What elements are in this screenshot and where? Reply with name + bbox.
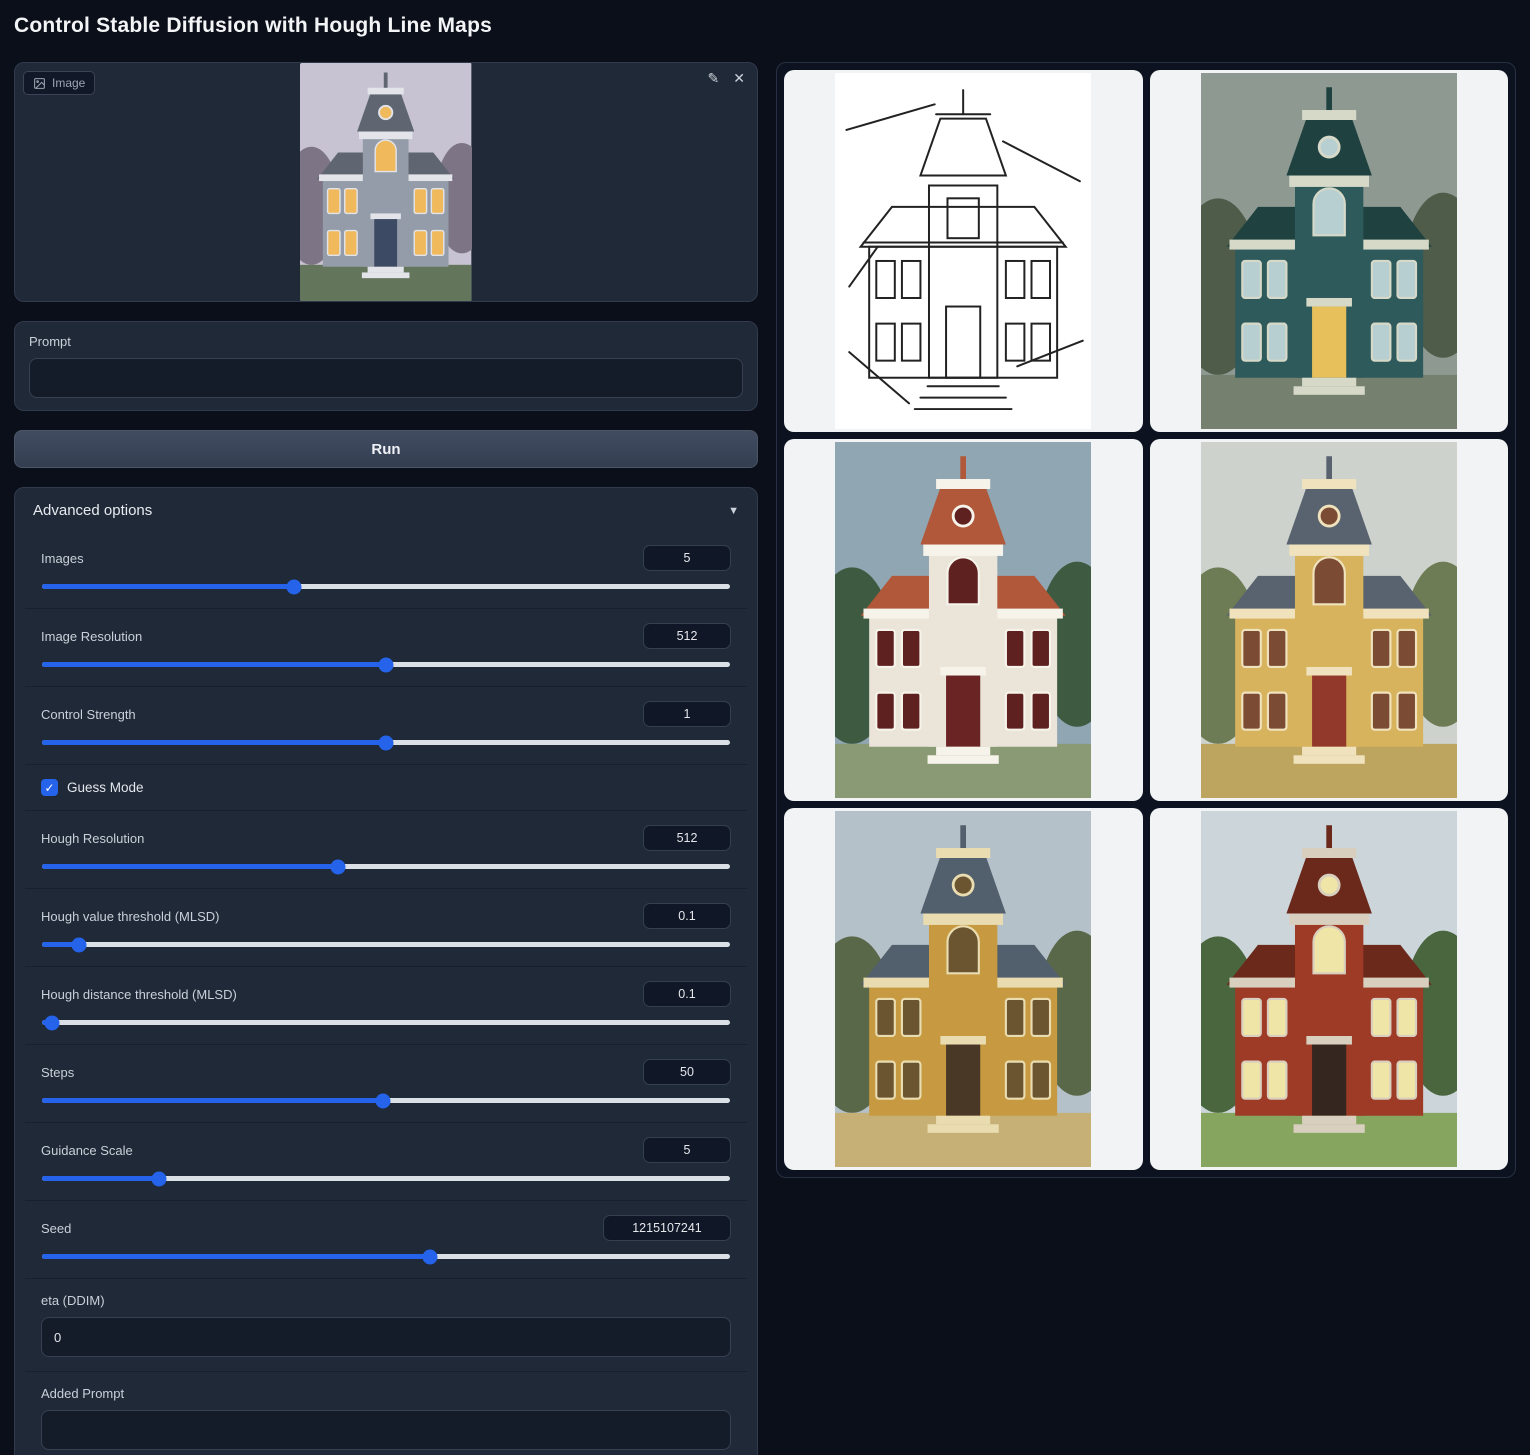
image-input[interactable]: Image ✎ ✕ [14,62,758,302]
control-guidance-scale: Guidance Scale 5 [25,1122,747,1200]
page-title: Control Stable Diffusion with Hough Line… [14,14,492,38]
slider-label-control-strength: Control Strength [41,707,136,722]
control-hough-value-threshold-mlsd: Hough value threshold (MLSD) 0.1 [25,888,747,966]
slider-track-hough-distance-threshold-mlsd[interactable] [42,1020,730,1025]
gallery-item-2[interactable] [1150,70,1509,432]
gallery-item-3[interactable] [784,439,1143,801]
slider-handle-guidance-scale[interactable] [151,1171,166,1186]
hough-line-map [835,73,1091,429]
slider-fill-image-resolution [42,662,386,667]
generated-house-gold [835,811,1091,1167]
control-steps: Steps 50 [25,1044,747,1122]
run-button[interactable]: Run [14,430,758,468]
slider-value-images[interactable]: 5 [643,545,731,571]
slider-handle-hough-value-threshold-mlsd[interactable] [72,937,87,952]
slider-label-guidance-scale: Guidance Scale [41,1143,133,1158]
edit-icon[interactable]: ✎ [708,71,720,85]
slider-label-image-resolution: Image Resolution [41,629,142,644]
gallery-item-5[interactable] [784,808,1143,1170]
image-icon [33,77,46,90]
control-guess-mode: ✓ Guess Mode [25,764,747,810]
slider-handle-hough-distance-threshold-mlsd[interactable] [44,1015,59,1030]
slider-value-seed[interactable]: 1215107241 [603,1215,731,1241]
image-toolbar: ✎ ✕ [708,71,745,85]
guess-mode-label: Guess Mode [67,780,144,795]
chevron-down-icon: ▼ [728,505,739,517]
control-hough-distance-threshold-mlsd: Hough distance threshold (MLSD) 0.1 [25,966,747,1044]
gallery-item-1[interactable] [784,70,1143,432]
slider-track-images[interactable] [42,584,730,589]
slider-label-hough-value-threshold-mlsd: Hough value threshold (MLSD) [41,909,219,924]
slider-value-hough-resolution[interactable]: 512 [643,825,731,851]
slider-track-hough-resolution[interactable] [42,864,730,869]
slider-track-control-strength[interactable] [42,740,730,745]
control-image-resolution: Image Resolution 512 [25,608,747,686]
prompt-input[interactable] [29,358,743,398]
control-added-prompt: Added Prompt [25,1371,747,1455]
slider-track-steps[interactable] [42,1098,730,1103]
slider-handle-images[interactable] [286,579,301,594]
slider-value-hough-distance-threshold-mlsd[interactable]: 0.1 [643,981,731,1007]
advanced-options-header[interactable]: Advanced options ▼ [25,502,747,531]
close-icon[interactable]: ✕ [733,71,745,85]
control-control-strength: Control Strength 1 [25,686,747,764]
slider-handle-hough-resolution[interactable] [330,859,345,874]
slider-fill-control-strength [42,740,386,745]
slider-handle-steps[interactable] [375,1093,390,1108]
eta-ddim-label: eta (DDIM) [41,1293,731,1308]
slider-value-image-resolution[interactable]: 512 [643,623,731,649]
app: { "title": "Control Stable Diffusion wit… [0,0,1530,1455]
control-hough-resolution: Hough Resolution 512 [25,810,747,888]
slider-label-images: Images [41,551,84,566]
gallery-item-6[interactable] [1150,808,1509,1170]
slider-track-seed[interactable] [42,1254,730,1259]
victorian-house-photo [300,63,471,301]
slider-track-hough-value-threshold-mlsd[interactable] [42,942,730,947]
control-images: Images 5 [25,531,747,608]
generated-house-tan [1201,442,1457,798]
results-gallery [776,62,1516,1178]
slider-value-hough-value-threshold-mlsd[interactable]: 0.1 [643,903,731,929]
slider-label-steps: Steps [41,1065,74,1080]
prompt-label: Prompt [29,334,743,349]
slider-label-seed: Seed [41,1221,71,1236]
control-column: Image ✎ ✕ Prompt Run Advanced options ▼ … [14,62,758,1455]
generated-house-red [1201,811,1457,1167]
slider-fill-guidance-scale [42,1176,159,1181]
slider-fill-images [42,584,294,589]
slider-value-steps[interactable]: 50 [643,1059,731,1085]
slider-fill-seed [42,1254,430,1259]
slider-handle-seed[interactable] [423,1249,438,1264]
slider-label-hough-distance-threshold-mlsd: Hough distance threshold (MLSD) [41,987,237,1002]
slider-label-hough-resolution: Hough Resolution [41,831,144,846]
generated-house-teal [1201,73,1457,429]
guess-mode-checkbox[interactable]: ✓ [41,779,58,796]
generated-house-white [835,442,1091,798]
prompt-field: Prompt [14,321,758,411]
slider-handle-image-resolution[interactable] [379,657,394,672]
advanced-controls: Images 5 Image Resolution 512 Control Streng… [25,531,747,1455]
slider-handle-control-strength[interactable] [379,735,394,750]
slider-fill-steps [42,1098,383,1103]
input-image[interactable] [15,63,757,301]
image-input-label: Image [52,76,85,90]
slider-track-guidance-scale[interactable] [42,1176,730,1181]
slider-track-image-resolution[interactable] [42,662,730,667]
slider-value-control-strength[interactable]: 1 [643,701,731,727]
slider-fill-hough-resolution [42,864,338,869]
control-eta-ddim: eta (DDIM) 0 [25,1278,747,1371]
advanced-options-panel: Advanced options ▼ Images 5 Image Resoluti… [14,487,758,1455]
gallery-item-4[interactable] [1150,439,1509,801]
added-prompt-label: Added Prompt [41,1386,731,1401]
eta-ddim-input[interactable]: 0 [41,1317,731,1357]
advanced-options-label: Advanced options [33,502,152,519]
image-input-label-chip: Image [23,71,95,95]
control-seed: Seed 1215107241 [25,1200,747,1278]
slider-value-guidance-scale[interactable]: 5 [643,1137,731,1163]
added-prompt-input[interactable] [41,1410,731,1450]
